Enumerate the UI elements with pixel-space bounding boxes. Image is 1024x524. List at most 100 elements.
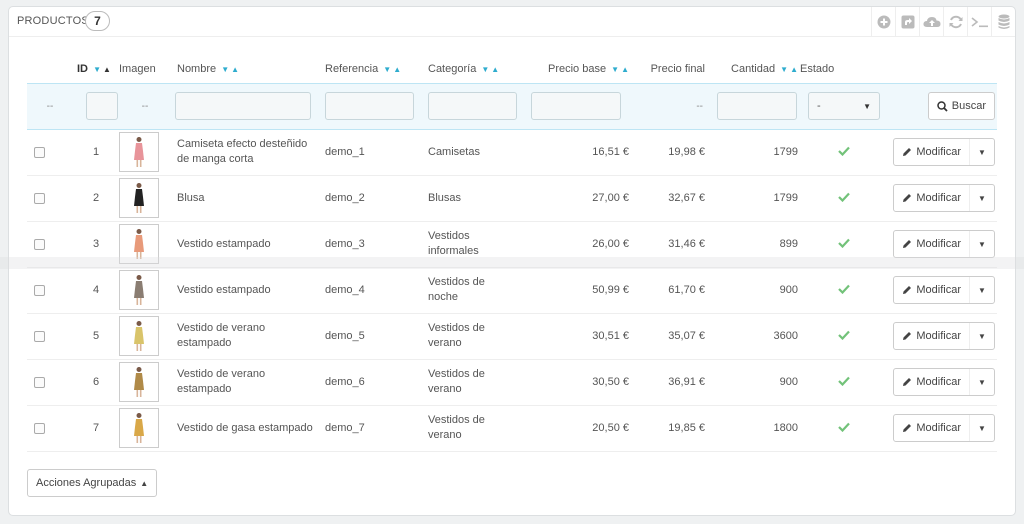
filter-quantity-input[interactable] — [717, 92, 797, 120]
edit-button-label: Modificar — [916, 192, 961, 204]
sort-desc-icon[interactable]: ▼ — [481, 65, 489, 74]
dress-figure-icon — [134, 229, 144, 259]
products-panel: PRODUCTOS 7 ID ▼ ▲ Imagen Nombre ▼ ▲ Ref… — [8, 6, 1016, 516]
sort-asc-icon[interactable]: ▲ — [393, 65, 401, 74]
edit-button[interactable]: Modificar — [894, 323, 970, 349]
table-row[interactable]: 3 Vestido estampado demo_3 Vestidos info… — [27, 221, 997, 268]
caret-up-icon: ▲ — [140, 478, 149, 488]
product-thumbnail[interactable] — [119, 270, 159, 310]
edit-dropdown-toggle[interactable]: ▼ — [970, 185, 994, 211]
sort-desc-icon[interactable]: ▼ — [383, 65, 391, 74]
row-checkbox[interactable] — [34, 238, 45, 250]
product-thumbnail[interactable] — [119, 408, 159, 448]
caret-down-icon: ▼ — [978, 147, 986, 157]
filter-status-select[interactable]: - ▼ — [808, 92, 880, 120]
column-header-image: Imagen — [119, 62, 156, 75]
edit-button[interactable]: Modificar — [894, 369, 970, 395]
cell-base-price: 27,00 € — [527, 175, 630, 222]
column-header-base-price[interactable]: Precio base ▼ ▲ — [527, 55, 630, 83]
edit-dropdown-toggle[interactable]: ▼ — [970, 231, 994, 257]
search-button[interactable]: Buscar — [927, 92, 995, 120]
table-row[interactable]: 6 Vestido de verano estampado demo_6 Ves… — [27, 359, 997, 406]
product-thumbnail[interactable] — [119, 362, 159, 402]
sort-desc-icon[interactable]: ▼ — [93, 65, 101, 74]
cell-id: 7 — [73, 405, 119, 452]
add-new-button[interactable] — [871, 7, 895, 37]
table-row[interactable]: 1 Camiseta efecto desteñido de manga cor… — [27, 129, 997, 176]
table-row[interactable]: 5 Vestido de verano estampado demo_5 Ves… — [27, 313, 997, 360]
cell-category: Blusas — [424, 175, 527, 222]
edit-button[interactable]: Modificar — [894, 139, 970, 165]
sql-query-button[interactable] — [967, 7, 991, 37]
edit-dropdown-toggle[interactable]: ▼ — [970, 323, 994, 349]
status-enabled-icon[interactable] — [837, 376, 850, 389]
status-enabled-icon[interactable] — [837, 146, 850, 159]
edit-button[interactable]: Modificar — [894, 231, 970, 257]
column-header-id[interactable]: ID ▼ ▲ — [73, 55, 119, 83]
sort-desc-icon[interactable]: ▼ — [611, 65, 619, 74]
export-button[interactable] — [895, 7, 919, 37]
cell-reference: demo_6 — [321, 359, 424, 406]
filter-id-input[interactable] — [86, 92, 118, 120]
pencil-icon — [903, 240, 912, 248]
product-thumbnail[interactable] — [119, 178, 159, 218]
row-checkbox[interactable] — [34, 146, 45, 158]
search-icon — [937, 100, 948, 112]
product-thumbnail[interactable] — [119, 224, 159, 264]
edit-button[interactable]: Modificar — [894, 277, 970, 303]
table-row[interactable]: 2 Blusa demo_2 Blusas 27,00 € 32,67 € 17… — [27, 175, 997, 222]
filter-base-price-input[interactable] — [531, 92, 621, 120]
cell-id: 2 — [73, 175, 119, 222]
edit-button[interactable]: Modificar — [894, 415, 970, 441]
sort-asc-icon[interactable]: ▲ — [103, 65, 111, 74]
refresh-button[interactable] — [943, 7, 967, 37]
sort-asc-icon[interactable]: ▲ — [621, 65, 629, 74]
sort-desc-icon[interactable]: ▼ — [780, 65, 788, 74]
edit-button[interactable]: Modificar — [894, 185, 970, 211]
status-enabled-icon[interactable] — [837, 238, 850, 251]
filter-name-input[interactable] — [175, 92, 311, 120]
table-row[interactable]: 7 Vestido de gasa estampado demo_7 Vesti… — [27, 405, 997, 452]
column-header-category[interactable]: Categoría ▼ ▲ — [424, 55, 527, 83]
product-thumbnail[interactable] — [119, 132, 159, 172]
edit-dropdown-toggle[interactable]: ▼ — [970, 369, 994, 395]
column-header-status: Estado — [800, 62, 835, 75]
sort-desc-icon[interactable]: ▼ — [221, 65, 229, 74]
cell-name: Vestido estampado — [171, 267, 321, 314]
product-thumbnail[interactable] — [119, 316, 159, 356]
edit-dropdown-toggle[interactable]: ▼ — [970, 415, 994, 441]
column-header-reference[interactable]: Referencia ▼ ▲ — [321, 55, 424, 83]
cell-quantity: 1799 — [705, 129, 800, 176]
sql-manager-button[interactable] — [991, 7, 1015, 37]
edit-button-label: Modificar — [916, 284, 961, 296]
status-enabled-icon[interactable] — [837, 284, 850, 297]
bulk-actions-button[interactable]: Acciones Agrupadas ▲ — [27, 469, 158, 497]
row-checkbox[interactable] — [34, 284, 45, 296]
filter-reference-input[interactable] — [325, 92, 414, 120]
sort-asc-icon[interactable]: ▲ — [790, 65, 798, 74]
table-row[interactable]: 4 Vestido estampado demo_4 Vestidos de n… — [27, 267, 997, 314]
sort-asc-icon[interactable]: ▲ — [231, 65, 239, 74]
row-checkbox[interactable] — [34, 422, 45, 434]
row-checkbox[interactable] — [34, 376, 45, 388]
column-header-quantity[interactable]: Cantidad ▼ ▲ — [705, 55, 800, 83]
import-button[interactable] — [919, 7, 943, 37]
filter-category-input[interactable] — [428, 92, 517, 120]
edit-button-group: Modificar ▼ — [893, 414, 995, 442]
refresh-icon — [949, 15, 962, 29]
row-checkbox[interactable] — [34, 330, 45, 342]
caret-down-icon: ▼ — [978, 239, 986, 249]
sort-asc-icon[interactable]: ▲ — [491, 65, 499, 74]
edit-dropdown-toggle[interactable]: ▼ — [970, 277, 994, 303]
column-header-name[interactable]: Nombre ▼ ▲ — [171, 55, 321, 83]
table-header: ID ▼ ▲ Imagen Nombre ▼ ▲ Referencia ▼ ▲ Cat… — [27, 55, 997, 83]
status-enabled-icon[interactable] — [837, 330, 850, 343]
cell-base-price: 16,51 € — [527, 129, 630, 176]
edit-dropdown-toggle[interactable]: ▼ — [970, 139, 994, 165]
panel-toolbar — [871, 7, 1015, 37]
cell-name: Camiseta efecto desteñido de manga corta — [171, 129, 321, 176]
row-checkbox[interactable] — [34, 192, 45, 204]
status-enabled-icon[interactable] — [837, 422, 850, 435]
database-icon — [998, 14, 1009, 29]
status-enabled-icon[interactable] — [837, 192, 850, 205]
